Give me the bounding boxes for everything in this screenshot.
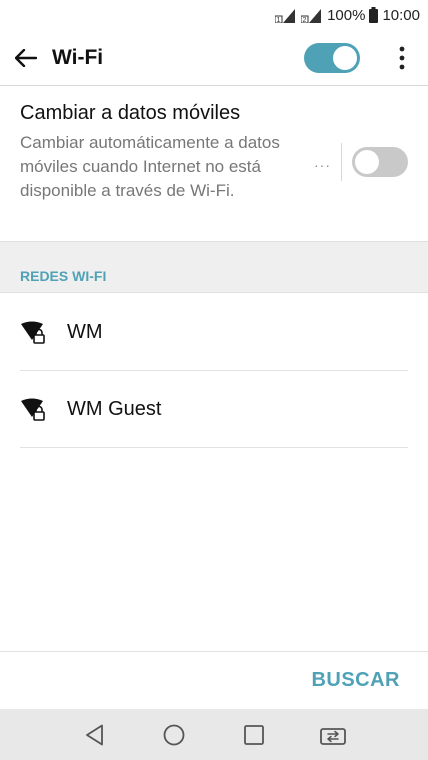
dual-window-icon[interactable] (313, 715, 353, 755)
mobile-data-switch-description: Cambiar automáticamente a datos móviles … (20, 133, 280, 200)
network-item-wm-guest[interactable]: WM Guest (0, 371, 428, 448)
home-icon[interactable] (154, 715, 194, 755)
network-name: WM Guest (67, 398, 162, 420)
wifi-settings-screen: 1 2 100% 10:00 Wi-Fi Cambiar a datos móv… (0, 0, 428, 760)
toggle-knob (355, 150, 379, 174)
wifi-master-toggle[interactable] (304, 42, 360, 73)
mobile-data-switch-row[interactable]: Cambiar a datos móviles Cambiar automáti… (0, 87, 428, 241)
networks-section-header: REDES WI-FI (0, 241, 428, 293)
system-nav-bar (0, 709, 428, 760)
scan-button[interactable]: BUSCAR (311, 669, 400, 692)
wifi-lock-icon (21, 321, 45, 344)
network-name: WM (67, 321, 103, 343)
network-list: WM WM Guest (0, 294, 428, 448)
back-icon[interactable] (75, 715, 115, 755)
page-title: Wi-Fi (52, 45, 104, 69)
recents-icon[interactable] (234, 715, 274, 755)
svg-text:2: 2 (303, 17, 307, 23)
svg-text:1: 1 (277, 17, 281, 23)
switch-more-icon[interactable]: ··· (314, 157, 331, 173)
mobile-data-toggle[interactable] (352, 147, 408, 177)
vertical-divider (341, 143, 342, 181)
clock: 10:00 (382, 6, 420, 24)
toggle-knob (333, 45, 357, 70)
more-options-icon[interactable] (390, 30, 414, 86)
sim2-signal-icon: 2 (301, 7, 323, 23)
battery-percent: 100% (327, 6, 366, 24)
row-divider (20, 447, 408, 448)
bottom-action-bar: BUSCAR (0, 651, 428, 709)
app-bar: Wi-Fi (0, 30, 428, 86)
back-arrow-icon[interactable] (0, 30, 52, 86)
status-bar: 1 2 100% 10:00 (0, 0, 428, 30)
battery-icon (369, 7, 379, 23)
sim1-signal-icon: 1 (275, 7, 297, 23)
network-item-wm[interactable]: WM (0, 294, 428, 371)
mobile-data-switch-title: Cambiar a datos móviles (20, 102, 241, 124)
wifi-lock-icon (21, 398, 45, 421)
